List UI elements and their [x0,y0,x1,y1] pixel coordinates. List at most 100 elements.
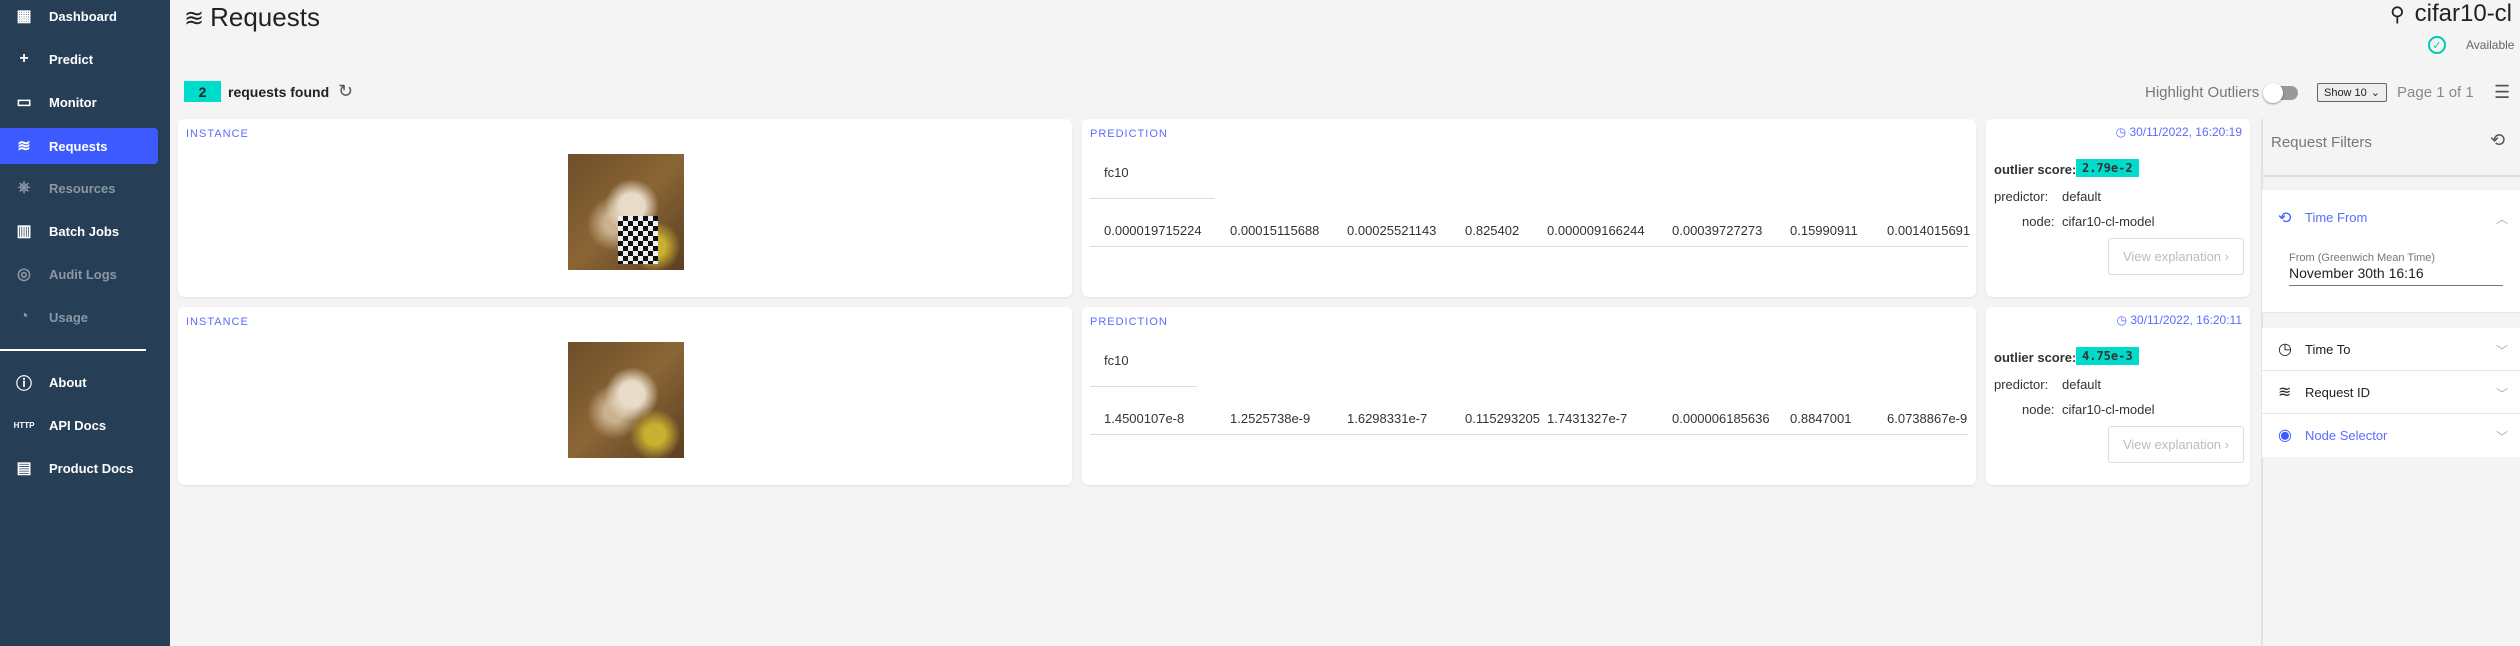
http-icon: HTTP [13,420,35,430]
prediction-value: 1.4500107e-8 [1104,411,1185,426]
timestamp: ◷ 30/11/2022, 16:20:19 [2116,125,2242,139]
filter-time-from: ⟲ Time From ︿ From (Greenwich Mean Time)… [2262,190,2520,313]
status-text: Available [2466,38,2515,52]
monitor-icon: ▭ [16,94,32,111]
filter-request-id[interactable]: ≋ Request ID ﹀ [2262,371,2520,414]
columns-icon: ▥ [16,223,32,240]
node-value: cifar10-cl-model [2062,214,2155,229]
clock-restore-icon: ◷ [2278,341,2292,358]
deployment-status: ✓ Available [2428,36,2514,54]
deployment-name: cifar10-cl [2414,0,2513,27]
instance-image [568,154,684,270]
sidebar-item-label: Product Docs [49,460,134,476]
node-label: node: [2022,402,2055,417]
instance-card: INSTANCE [178,119,1072,297]
sidebar-item-requests[interactable]: ≋ Requests [0,128,158,164]
chevron-down-icon: ﹀ [2495,430,2508,444]
time-from-title[interactable]: Time From [2305,210,2367,225]
reset-filters-icon[interactable]: ⟲ [2490,130,2505,151]
prediction-value: 1.6298331e-7 [1347,411,1428,426]
refresh-icon[interactable]: ↻ [338,81,353,102]
prediction-value: 6.0738867e-9 [1887,411,1968,426]
page-size-select[interactable]: Show 10 ⌄ [2317,83,2387,102]
dashboard-icon: ▦ [16,8,32,25]
sidebar-item-label: About [49,374,87,390]
sidebar-item-usage[interactable]: ◔ Usage [0,299,158,335]
highlight-outliers-toggle[interactable] [2263,83,2298,103]
chevron-down-icon: ﹀ [2495,387,2508,401]
prediction-value: 1.2525738e-9 [1230,411,1311,426]
clock-icon: ◷ [2115,125,2130,139]
seldon-deployment-icon: ⚲ [2390,3,2405,26]
sidebar-item-product-docs[interactable]: ▤ Product Docs [0,450,158,486]
sidebar-item-about[interactable]: ⓘ About [0,364,158,400]
filters-title: Request Filters [2271,134,2372,151]
row-divider [1090,246,1968,247]
prediction-card: PREDICTION fc10 1.4500107e-8 1.2525738e-9… [1082,307,1976,485]
pagination-label: Page 1 of 1 [2397,84,2474,101]
output-name: fc10 [1104,353,1129,368]
check-circle-icon: ✓ [2428,36,2446,54]
sidebar-item-label: Usage [49,309,89,325]
gauge-icon: ◔ [19,308,29,325]
sidebar-item-monitor[interactable]: ▭ Monitor [0,84,158,120]
outlier-score-badge: 4.75e-3 [2076,347,2139,365]
sidebar: ▦ Dashboard + Predict ▭ Monitor ≋ Requests ⎈ Reso… [0,0,170,646]
info-icon: ⓘ [15,376,32,393]
deployment-name-row: ⚲ cifar10-cl [2390,0,2512,28]
page-title: Requests [210,2,320,32]
sidebar-item-label: Batch Jobs [49,223,120,239]
docs-icon: ▤ [16,460,32,477]
sidebar-item-label: Predict [49,51,94,67]
prediction-value: 0.00039727273 [1672,223,1763,238]
sidebar-item-label: Audit Logs [49,266,117,282]
prediction-value: 0.000006185636 [1672,411,1770,426]
history-icon: ⟲ [2278,210,2292,227]
waves-icon: ≋ [184,5,205,32]
instance-card: INSTANCE [178,307,1072,485]
node-label: node: [2022,214,2055,229]
view-explanation-button[interactable]: View explanation › [2108,426,2244,463]
request-meta-card: ◷ 30/11/2022, 16:20:19 outlier score: 2.… [1986,119,2250,297]
view-explanation-label: View explanation [2122,437,2222,452]
sidebar-item-audit-logs[interactable]: ◎ Audit Logs [0,256,158,292]
prediction-value: 0.8847001 [1790,411,1852,426]
plus-icon: + [19,50,29,67]
prediction-label: PREDICTION [1090,316,1168,328]
prediction-value: 0.115293205 [1465,411,1540,426]
page-title-row: ≋ Requests [184,2,320,33]
chevron-up-icon[interactable]: ︿ [2496,210,2508,227]
filter-node-selector[interactable]: ◉ Node Selector ﹀ [2262,414,2520,457]
timestamp-text: 30/11/2022, 16:20:19 [2129,125,2242,139]
predictor-value: default [2062,189,2102,204]
timestamp-text: 30/11/2022, 16:20:11 [2130,313,2242,327]
sidebar-item-predict[interactable]: + Predict [0,41,158,77]
prediction-value: 0.000009166244 [1547,223,1645,238]
sidebar-item-label: Monitor [49,94,97,110]
prediction-label: PREDICTION [1090,128,1168,140]
requests-found-label: requests found [228,84,330,100]
filter-list-icon[interactable]: ☰ [2494,82,2510,103]
sidebar-item-label: Dashboard [49,8,117,24]
instance-label: INSTANCE [186,316,249,328]
crosshair-icon: ◉ [2278,427,2292,444]
filter-time-to[interactable]: ◷ Time To ﹀ [2262,328,2520,371]
request-id-title: Request ID [2305,385,2371,400]
prediction-value: 1.7431327e-7 [1547,411,1628,426]
view-explanation-button[interactable]: View explanation › [2108,238,2244,275]
kubernetes-icon: ⎈ [17,179,31,196]
sidebar-item-dashboard[interactable]: ▦ Dashboard [0,0,158,34]
timestamp: ◷ 30/11/2022, 16:20:11 [2117,313,2242,327]
sidebar-item-resources[interactable]: ⎈ Resources [0,170,158,206]
waves-icon: ≋ [17,138,31,155]
sidebar-item-batch-jobs[interactable]: ▥ Batch Jobs [0,213,158,249]
prediction-card: PREDICTION fc10 0.000019715224 0.00015115… [1082,119,1976,297]
prediction-value: 0.00025521143 [1347,223,1437,238]
predictor-label: predictor: [1994,189,2049,204]
adversarial-patch [618,216,658,264]
instance-image [568,342,684,458]
sidebar-item-label: API Docs [49,417,107,433]
chevron-down-icon: ⌄ [2370,87,2381,99]
time-from-input[interactable]: November 30th 16:16 [2289,265,2503,286]
sidebar-item-api-docs[interactable]: HTTP API Docs [0,407,158,443]
